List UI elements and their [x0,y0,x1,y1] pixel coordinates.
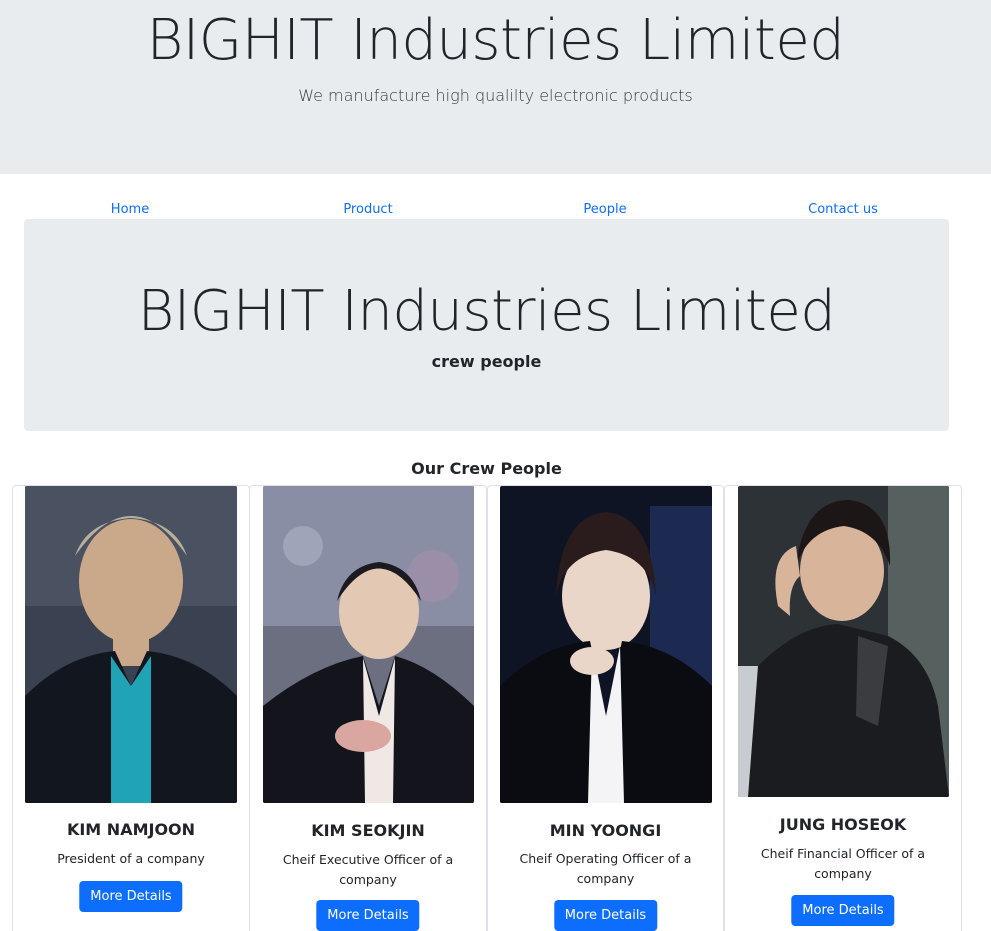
person-card: KIM NAMJOON President of a company More … [12,485,250,931]
nav-home-link[interactable]: Home [111,202,149,217]
person-photo [25,486,237,803]
person-name: KIM NAMJOON [66,820,196,839]
jumbotron-title: BIGHIT Industries Limited [137,279,836,344]
section-title: Our Crew People [411,459,562,478]
nav-people-link[interactable]: People [583,202,626,217]
site-tagline: We manufacture high qualilty electronic … [298,86,693,105]
nav-contact-link[interactable]: Contact us [808,202,878,217]
person-role: Cheif Financial Officer of a company [760,846,926,881]
jumbotron: BIGHIT Industries Limited crew people [24,219,949,431]
person-role: Cheif Executive Officer of a company [282,852,454,887]
more-details-button[interactable]: More Details [791,895,895,926]
person-card: MIN YOONGI Cheif Operating Officer of a … [487,485,724,931]
person-name: KIM SEOKJIN [311,821,425,840]
person-role: Cheif Operating Officer of a company [519,851,692,886]
main-nav: Home Product People Contact us [0,200,991,220]
jumbotron-subtitle: crew people [431,352,542,371]
more-details-button[interactable]: More Details [316,900,420,931]
nav-product-link[interactable]: Product [343,202,392,217]
more-details-button[interactable]: More Details [79,881,183,912]
person-role: President of a company [57,851,205,866]
site-title: BIGHIT Industries Limited [146,8,845,73]
person-photo [263,486,474,803]
person-photo [500,486,712,803]
person-card: KIM SEOKJIN Cheif Executive Officer of a… [249,485,487,931]
more-details-button[interactable]: More Details [553,900,658,931]
person-photo [738,486,949,797]
person-name: MIN YOONGI [549,821,662,840]
person-name: JUNG HOSEOK [779,815,907,834]
page-header: BIGHIT Industries Limited We manufacture… [0,0,991,174]
person-card: JUNG HOSEOK Cheif Financial Officer of a… [724,485,962,931]
